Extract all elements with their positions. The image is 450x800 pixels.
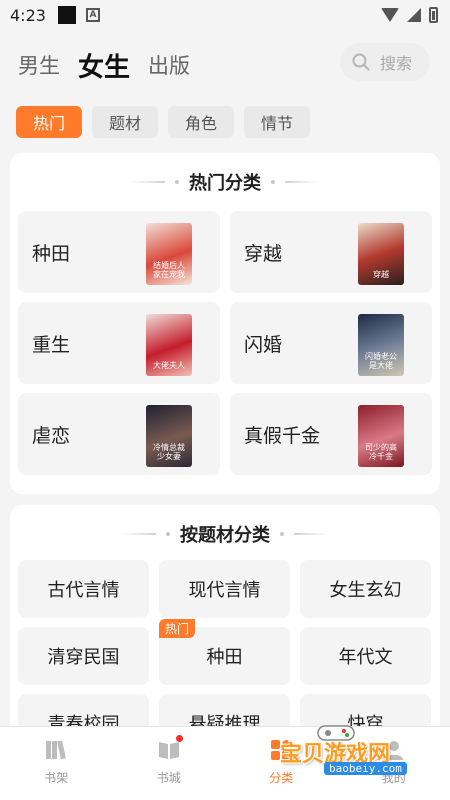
theme-category-item[interactable]: 热门 种田 — [159, 619, 290, 685]
nav-bookstore-label: 书城 — [156, 771, 181, 785]
hot-category-label: 种田 — [32, 242, 71, 265]
hot-category-item[interactable]: 虐恋 冷情总裁少女妻 — [18, 393, 220, 475]
nav-category[interactable]: 分类 — [225, 727, 338, 800]
book-cover: 司少的高冷千金 — [358, 405, 404, 467]
battery-icon — [429, 7, 438, 23]
book-cover-title: 冷情总裁少女妻 — [153, 443, 185, 461]
title-dot — [271, 180, 275, 184]
hot-category-item[interactable]: 真假千金 司少的高冷千金 — [230, 393, 432, 475]
chip-role[interactable]: 角色 — [168, 106, 235, 138]
hot-category-label: 穿越 — [244, 242, 283, 265]
book-cover: 穿越 — [358, 223, 404, 285]
tab-female[interactable]: 女生 — [78, 47, 130, 84]
theme-category-item[interactable]: 现代言情 — [159, 560, 290, 618]
notification-square-icon — [57, 6, 76, 24]
book-cover-title: 穿越 — [373, 270, 389, 279]
title-divider — [285, 181, 319, 183]
book-cover: 大佬夫人 — [146, 314, 192, 376]
hot-category-item[interactable]: 重生 大佬夫人 — [18, 302, 220, 384]
hot-category-label: 闪婚 — [244, 333, 283, 356]
nav-bookstore[interactable]: 书城 — [113, 727, 226, 800]
theme-category-item[interactable]: 年代文 — [300, 627, 431, 685]
title-dot — [166, 532, 170, 536]
theme-categories-header: 按题材分类 — [10, 505, 440, 563]
theme-categories-grid: 古代言情 现代言情 女生玄幻 清穿民国 热门 种田 年代文 青春校园 悬疑推理 … — [18, 560, 432, 752]
nav-profile[interactable]: 我的 — [338, 727, 450, 800]
theme-category-label: 种田 — [206, 647, 243, 668]
category-grid-icon — [271, 740, 292, 760]
theme-category-item[interactable]: 古代言情 — [18, 560, 149, 618]
hot-categories-title: 热门分类 — [189, 173, 261, 194]
profile-icon — [384, 741, 403, 760]
nav-profile-label: 我的 — [381, 771, 406, 785]
tab-male[interactable]: 男生 — [18, 50, 60, 80]
hot-category-item[interactable]: 穿越 穿越 — [230, 211, 432, 293]
hot-category-item[interactable]: 种田 结婚后人家在宠我 — [18, 211, 220, 293]
theme-category-item[interactable]: 清穿民国 — [18, 627, 149, 685]
hot-category-label: 虐恋 — [32, 424, 71, 447]
search-box[interactable]: 搜索 — [340, 43, 430, 81]
wifi-icon — [381, 8, 399, 22]
book-cover-title: 闪婚老公是大佬 — [365, 352, 397, 370]
nav-category-label: 分类 — [269, 771, 294, 785]
hot-category-item[interactable]: 闪婚 闪婚老公是大佬 — [230, 302, 432, 384]
nav-bookshelf-label: 书架 — [44, 771, 69, 785]
book-cover: 冷情总裁少女妻 — [146, 405, 192, 467]
bottom-nav: 书架 书城 分类 我的 — [0, 726, 450, 800]
hot-categories-header: 热门分类 — [10, 153, 440, 211]
a-app-icon: A — [85, 8, 100, 22]
notification-dot — [175, 735, 183, 742]
book-cover-title: 司少的高冷千金 — [365, 443, 397, 461]
title-dot — [280, 532, 284, 536]
signal-icon — [407, 8, 421, 22]
title-dot — [175, 180, 179, 184]
theme-categories-title: 按题材分类 — [180, 525, 270, 546]
bookshelf-icon — [46, 740, 67, 760]
status-time: 4:23 — [10, 5, 46, 25]
chip-hot[interactable]: 热门 — [16, 106, 83, 138]
chip-plot[interactable]: 情节 — [244, 106, 311, 138]
book-cover: 结婚后人家在宠我 — [146, 223, 192, 285]
book-cover: 闪婚老公是大佬 — [358, 314, 404, 376]
nav-bookshelf[interactable]: 书架 — [0, 727, 113, 800]
tab-publish[interactable]: 出版 — [148, 50, 190, 80]
book-cover-title: 结婚后人家在宠我 — [153, 261, 185, 279]
search-placeholder: 搜索 — [380, 54, 413, 73]
theme-category-item[interactable]: 女生玄幻 — [300, 560, 431, 618]
status-bar: 4:23 A — [0, 0, 450, 30]
title-divider — [131, 181, 165, 183]
filter-chips: 热门 题材 角色 情节 — [16, 106, 311, 138]
hot-categories-card: 热门分类 种田 结婚后人家在宠我 穿越 穿越 重生 大佬夫人 闪婚 闪婚老公是大… — [10, 153, 440, 494]
chip-theme[interactable]: 题材 — [92, 106, 159, 138]
hot-categories-grid: 种田 结婚后人家在宠我 穿越 穿越 重生 大佬夫人 闪婚 闪婚老公是大佬 虐恋 … — [18, 211, 432, 475]
hot-category-label: 重生 — [32, 333, 71, 356]
title-divider — [294, 533, 328, 535]
hot-badge: 热门 — [159, 619, 196, 638]
hot-category-label: 真假千金 — [244, 424, 321, 447]
search-icon — [352, 53, 370, 71]
title-divider — [122, 533, 156, 535]
book-cover-title: 大佬夫人 — [153, 361, 185, 370]
